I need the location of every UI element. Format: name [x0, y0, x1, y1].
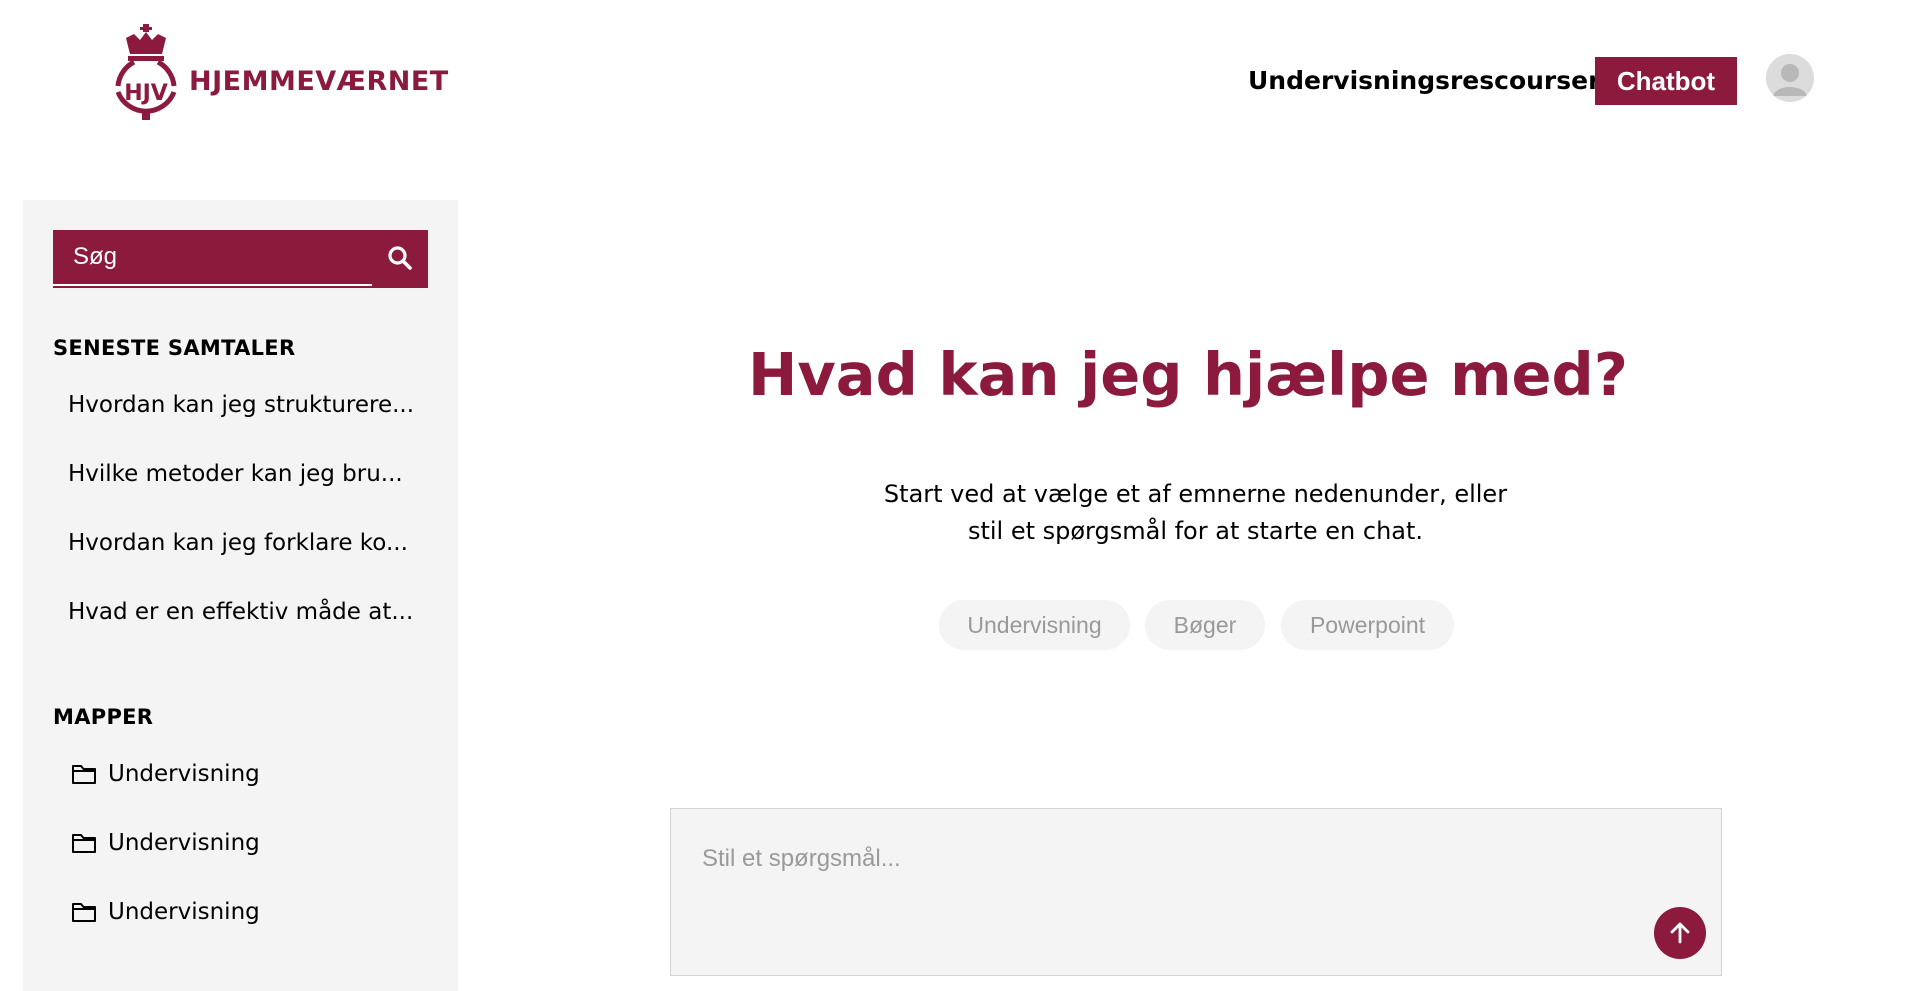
recent-conversations-title: SENESTE SAMTALER — [53, 336, 296, 360]
question-input[interactable] — [702, 839, 1602, 879]
folder-icon — [72, 834, 96, 853]
folder-icon — [72, 903, 96, 922]
logo[interactable]: HJV HJEMMEVÆRNET — [106, 22, 448, 122]
arrow-up-icon — [1670, 922, 1690, 944]
chatbot-button[interactable]: Chatbot — [1595, 57, 1737, 105]
chip-boger[interactable]: Bøger — [1145, 600, 1265, 650]
recent-conversation-item[interactable]: Hvordan kan jeg strukturere... — [68, 392, 414, 418]
intro-text: Start ved at vælge et af emnerne nedenun… — [458, 476, 1918, 550]
logo-text: HJEMMEVÆRNET — [189, 66, 449, 97]
folder-label: Undervisning — [108, 830, 260, 856]
search-bar — [53, 230, 428, 288]
logo-emblem-text: HJV — [124, 81, 168, 106]
folder-item[interactable]: Undervisning — [71, 830, 260, 856]
page-title: Hvad kan jeg hjælpe med? — [747, 340, 1629, 409]
intro-text-line: Start ved at vælge et af emnerne nedenun… — [883, 480, 1508, 508]
folders-title: MAPPER — [53, 705, 154, 729]
avatar[interactable] — [1766, 54, 1814, 102]
nav-undervisningsrescourser[interactable]: Undervisningsrescourser — [1248, 66, 1600, 95]
folder-label: Undervisning — [108, 899, 260, 925]
search-button[interactable] — [372, 230, 428, 286]
sidebar: SENESTE SAMTALER Hvordan kan jeg struktu… — [23, 200, 458, 991]
chip-powerpoint[interactable]: Powerpoint — [1281, 600, 1454, 650]
folder-icon — [72, 765, 96, 784]
send-button[interactable] — [1654, 907, 1706, 959]
recent-conversation-item[interactable]: Hvordan kan jeg forklare ko... — [68, 530, 408, 556]
user-avatar-icon — [1766, 54, 1814, 102]
folder-item[interactable]: Undervisning — [71, 899, 260, 925]
intro-text-line: stil et spørgsmål for at starte en chat. — [967, 517, 1424, 545]
chip-undervisning[interactable]: Undervisning — [939, 600, 1130, 650]
question-box — [670, 808, 1722, 976]
hjv-crown-emblem-icon: HJV — [115, 24, 177, 120]
search-icon — [388, 246, 412, 270]
folder-label: Undervisning — [108, 761, 260, 787]
folder-item[interactable]: Undervisning — [71, 761, 260, 787]
recent-conversation-item[interactable]: Hvilke metoder kan jeg bru... — [68, 461, 403, 487]
search-input[interactable] — [53, 230, 372, 286]
recent-conversation-item[interactable]: Hvad er en effektiv måde at... — [68, 599, 413, 625]
